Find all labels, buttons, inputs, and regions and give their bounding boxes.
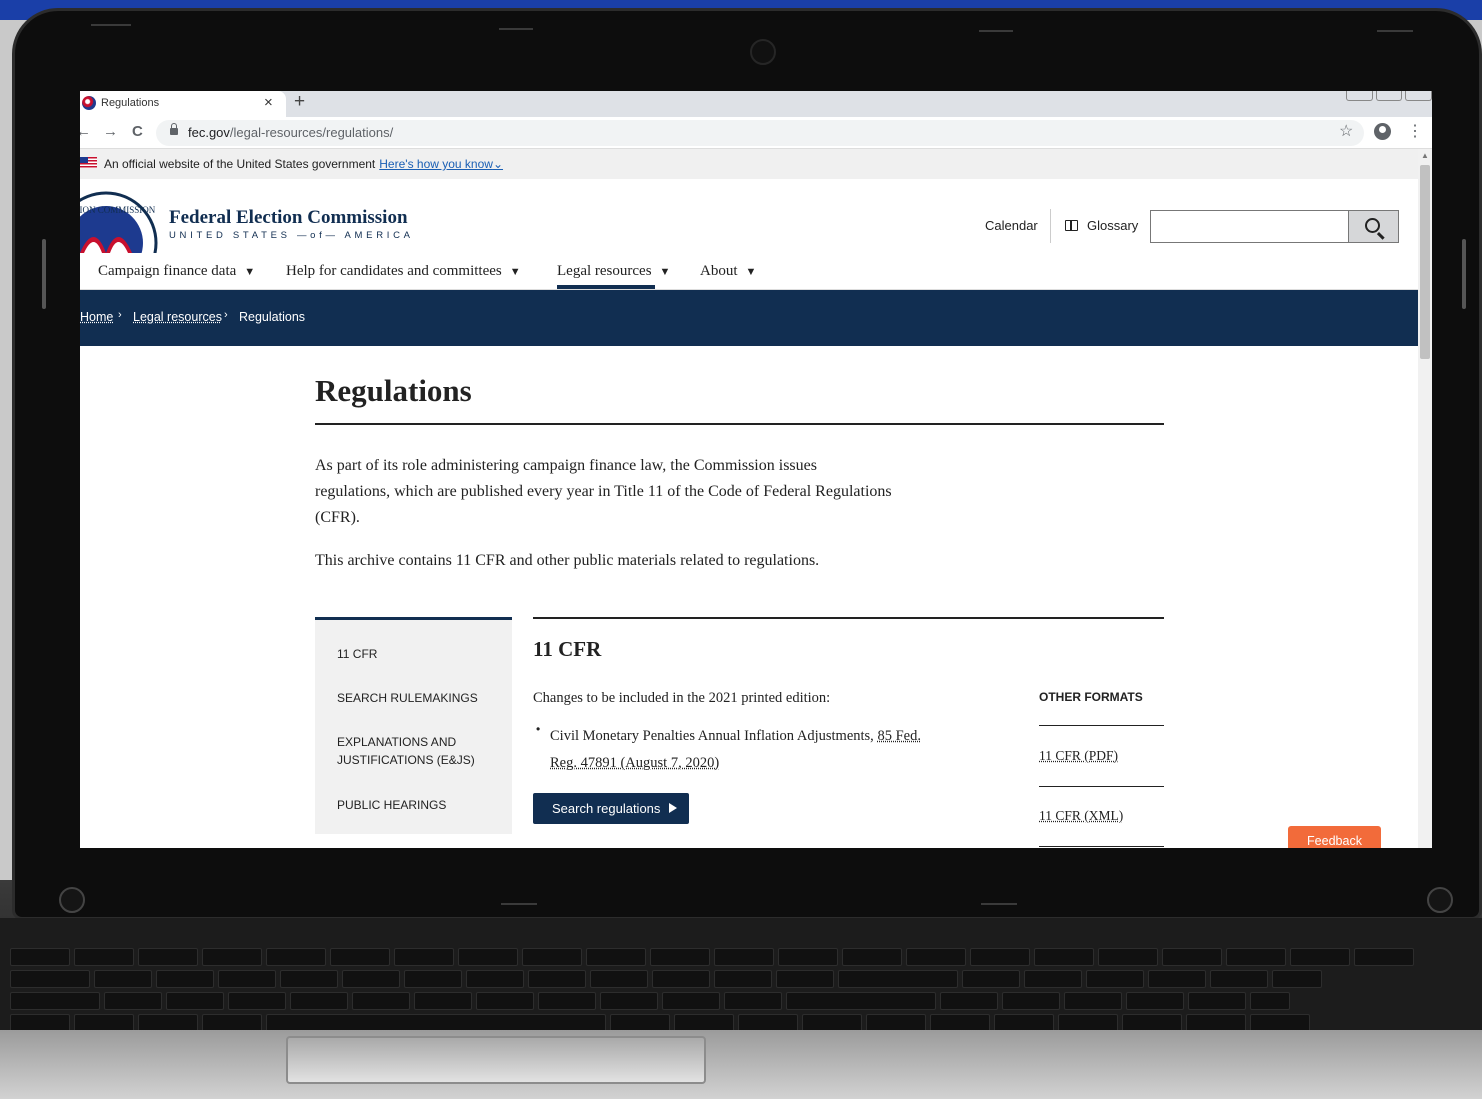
search-regulations-button[interactable]: Search regulations — [533, 793, 689, 824]
title-divider — [315, 423, 1164, 425]
scroll-thumb[interactable] — [1420, 165, 1430, 359]
fec-favicon-icon — [82, 96, 96, 110]
side-nav-public-hearings[interactable]: PUBLIC HEARINGS — [337, 796, 507, 814]
breadcrumb-current: Regulations — [239, 310, 306, 324]
side-nav-search-rulemakings[interactable]: SEARCH RULEMAKINGS — [337, 689, 507, 707]
search-icon — [1365, 218, 1380, 233]
browser-menu-icon[interactable]: ⋮ — [1407, 121, 1423, 141]
chevron-down-icon: ⌄ — [492, 157, 504, 171]
nav-active-indicator — [557, 285, 655, 289]
change-item: Civil Monetary Penalties Annual Inflatio… — [550, 728, 921, 771]
nav-campaign-finance-data[interactable]: Campaign finance data ▼ — [98, 263, 255, 280]
book-icon — [1065, 220, 1078, 231]
org-name[interactable]: Federal Election Commission — [169, 207, 408, 229]
heres-how-you-know-link[interactable]: Here's how you know⌄ — [379, 157, 503, 171]
url-text: fec.gov/legal-resources/regulations/ — [188, 125, 394, 140]
cfr-pdf-link[interactable]: 11 CFR (PDF) — [1039, 748, 1118, 764]
caret-down-icon: ▼ — [659, 266, 671, 278]
us-flag-icon — [80, 157, 97, 168]
keyboard — [0, 918, 1482, 1038]
cfr-xml-link[interactable]: 11 CFR (XML) — [1039, 808, 1123, 824]
breadcrumb-home[interactable]: Home — [80, 310, 113, 324]
side-nav: 11 CFR SEARCH RULEMAKINGS EXPLANATIONS A… — [315, 617, 512, 834]
org-subtitle: UNITED STATES —of— AMERICA — [169, 230, 414, 241]
play-arrow-icon — [669, 803, 677, 813]
key-row — [10, 992, 1290, 1012]
other-formats-divider — [1039, 846, 1164, 847]
hinge-side-right — [1462, 239, 1466, 309]
other-formats-divider — [1039, 725, 1164, 726]
main-nav: Campaign finance data ▼ Help for candidat… — [80, 261, 1418, 290]
feedback-button[interactable]: Feedback — [1288, 826, 1381, 848]
caret-down-icon: ▼ — [745, 266, 757, 278]
close-tab-icon[interactable]: × — [264, 94, 273, 111]
search-input[interactable] — [1150, 210, 1349, 243]
caret-down-icon: ▼ — [244, 266, 256, 278]
back-arrow-icon[interactable]: ← — [80, 123, 91, 140]
page-title: Regulations — [315, 373, 472, 408]
archive-paragraph: This archive contains 11 CFR and other p… — [315, 552, 820, 569]
svg-text:TION COMMISSION: TION COMMISSION — [80, 205, 156, 215]
intro-paragraph: As part of its role administering campai… — [315, 457, 892, 526]
search-button[interactable] — [1348, 210, 1399, 243]
bezel-notch — [1377, 30, 1413, 32]
section-title: 11 CFR — [533, 637, 602, 661]
screen: Regulations × + ← → C fec.gov/legal-reso… — [80, 91, 1432, 848]
bookmark-star-icon[interactable]: ☆ — [1339, 121, 1353, 141]
tab-title: Regulations — [101, 97, 160, 109]
side-nav-11-cfr[interactable]: 11 CFR — [337, 645, 507, 663]
webcam — [750, 39, 776, 65]
other-formats-heading: OTHER FORMATS — [1039, 690, 1143, 704]
reload-icon[interactable]: C — [132, 123, 143, 140]
caret-down-icon: ▼ — [509, 266, 521, 278]
url-field[interactable]: fec.gov/legal-resources/regulations/ — [156, 120, 1364, 146]
address-bar: ← → C fec.gov/legal-resources/regulation… — [80, 117, 1432, 149]
lock-icon[interactable] — [170, 123, 178, 135]
bezel-notch — [91, 24, 131, 26]
breadcrumb-legal-resources[interactable]: Legal resources — [133, 310, 222, 324]
search-regulations-label: Search regulations — [552, 801, 661, 816]
fec-seal-logo[interactable]: TION COMMISSION — [80, 191, 158, 253]
nav-help-candidates-committees[interactable]: Help for candidates and committees ▼ — [286, 263, 521, 280]
gov-banner: An official website of the United States… — [80, 149, 1418, 179]
glossary-link[interactable]: Glossary — [1087, 218, 1138, 233]
scroll-up-arrow-icon[interactable]: ▲ — [1421, 151, 1429, 160]
side-nav-explanations-justifications[interactable]: EXPLANATIONS AND JUSTIFICATIONS (E&JS) — [337, 733, 487, 769]
hinge-right — [1427, 887, 1453, 913]
hinge-left — [59, 887, 85, 913]
header-divider — [1050, 209, 1051, 243]
forward-arrow-icon[interactable]: → — [103, 123, 118, 140]
bullet: • — [536, 722, 541, 736]
bezel-notch — [981, 903, 1017, 905]
key-row — [10, 948, 1414, 968]
key-row — [10, 970, 1322, 990]
breadcrumb: Home › Legal resources › Regulations — [80, 290, 1418, 346]
changes-text: Changes to be included in the 2021 print… — [533, 690, 831, 706]
account-icon[interactable] — [1374, 123, 1391, 140]
browser-tab[interactable]: Regulations × — [80, 91, 286, 117]
new-tab-button[interactable]: + — [294, 91, 305, 113]
calendar-link[interactable]: Calendar — [985, 218, 1038, 233]
section-divider — [533, 617, 1164, 619]
close-window-button[interactable] — [1405, 91, 1432, 101]
maximize-button[interactable] — [1375, 91, 1403, 101]
browser-tab-strip: Regulations × + — [80, 91, 1432, 117]
bezel-notch — [499, 28, 533, 30]
hinge-side-left — [42, 239, 46, 309]
bezel-notch — [979, 30, 1013, 32]
other-formats-divider — [1039, 786, 1164, 787]
page-scrollbar[interactable]: ▲ — [1418, 149, 1432, 848]
nav-legal-resources[interactable]: Legal resources ▼ — [557, 263, 670, 280]
nav-about[interactable]: About ▼ — [700, 263, 756, 280]
bezel-notch — [501, 903, 537, 905]
palm-rest — [0, 1030, 1482, 1099]
window-controls — [1346, 91, 1432, 102]
breadcrumb-separator: › — [224, 309, 228, 321]
breadcrumb-separator: › — [118, 309, 122, 321]
minimize-button[interactable] — [1346, 91, 1373, 101]
touchpad — [286, 1036, 706, 1084]
gov-banner-text: An official website of the United States… — [104, 157, 504, 171]
